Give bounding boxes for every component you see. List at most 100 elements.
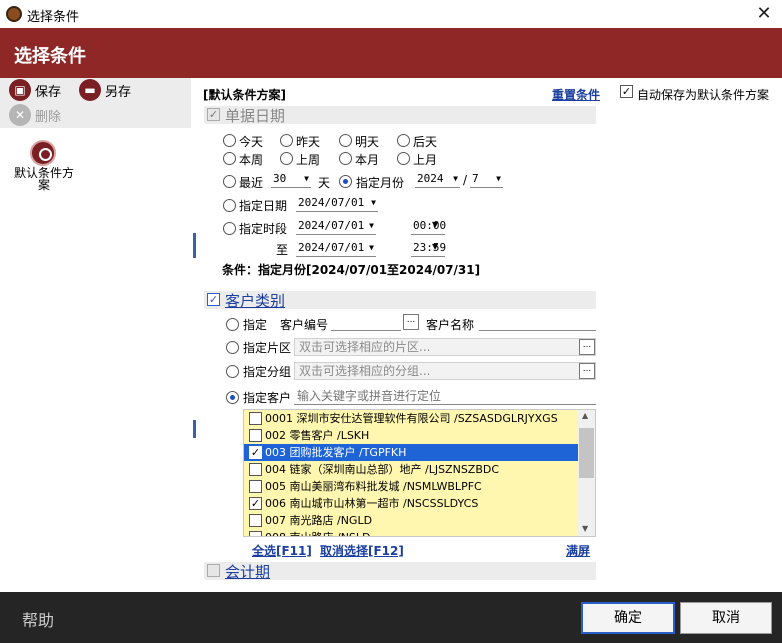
customer-code-input[interactable] [331, 313, 401, 331]
period-from-time-value: 00:00 [413, 219, 447, 232]
group-picker[interactable]: 双击可选择相应的分组... [294, 362, 596, 380]
accounting-section-title[interactable]: 会计期 [225, 561, 270, 582]
list-item[interactable]: 0001 深圳市安仕达管理软件有限公司 /SZSASDGLRJYXGS [244, 410, 578, 427]
area-browse-button[interactable]: ... [579, 339, 595, 355]
splitter-handle-top[interactable] [193, 233, 196, 258]
chevron-down-icon: ▼ [369, 221, 374, 230]
radio-assign[interactable] [226, 318, 239, 331]
label-group: 指定分组 [243, 365, 292, 379]
date-section-checkbox[interactable]: ✓ [207, 108, 220, 121]
item-checkbox[interactable] [249, 412, 262, 425]
customer-section-title[interactable]: 客户类别 [225, 290, 285, 311]
scroll-up-icon[interactable]: ▲ [582, 411, 588, 420]
delete-button[interactable]: ✕ 删除 [9, 104, 61, 126]
item-text: 003 团购批发客户 /TGPFKH [265, 446, 407, 459]
recent-days-select[interactable]: 30 ▼ [271, 171, 311, 188]
period-to-date[interactable]: 2024/07/01 ▼ [296, 240, 376, 257]
date-section-title: 单据日期 [225, 107, 286, 125]
radio-recent[interactable] [223, 175, 236, 188]
recent-days-value: 30 [273, 172, 287, 185]
period-to-date-value: 2024/07/01 [298, 241, 365, 254]
list-item[interactable]: 002 零售客户 /LSKH [244, 427, 578, 444]
save-as-label: 另存 [105, 84, 132, 100]
radio-period[interactable] [223, 222, 236, 235]
radio-month[interactable] [339, 175, 352, 188]
radio-date[interactable] [223, 199, 236, 212]
item-checkbox[interactable]: ✓ [249, 446, 262, 459]
item-checkbox[interactable] [249, 514, 262, 527]
chevron-down-icon: ▼ [496, 174, 501, 183]
label-recent: 最近 [239, 176, 264, 190]
save-button[interactable]: ▣ 保存 [9, 79, 61, 101]
radio-area[interactable] [226, 341, 239, 354]
chevron-down-icon: ▼ [304, 174, 309, 183]
radio-tomorrow[interactable] [339, 134, 352, 147]
reset-link[interactable]: 重置条件 [552, 86, 600, 103]
label-tomorrow: 明天 [355, 135, 380, 149]
radio-last-week[interactable] [280, 152, 293, 165]
list-item[interactable]: ✓ 006 南山城市山林第一超市 /NSCSSLDYCS [244, 495, 578, 512]
cancel-button[interactable]: 取消 [680, 602, 772, 634]
customer-search-input[interactable] [294, 387, 596, 405]
item-text: 004 链家（深圳南山总部）地产 /LJSZNSZBDC [265, 463, 500, 476]
list-item[interactable]: 004 链家（深圳南山总部）地产 /LJSZNSZBDC [244, 461, 578, 478]
item-checkbox[interactable]: ✓ [249, 497, 262, 510]
list-item[interactable]: 008 南山路店 /NSLD [244, 529, 578, 536]
item-text: 006 南山城市山林第一超市 /NSCSSLDYCS [265, 497, 479, 510]
item-text: 005 南山美丽湾布料批发城 /NSMLWBLPFC [265, 480, 482, 493]
radio-last-month[interactable] [397, 152, 410, 165]
autosave-checkbox[interactable]: ✓ [620, 85, 633, 98]
radio-yesterday[interactable] [280, 134, 293, 147]
customer-code-browse-button[interactable]: ... [403, 314, 419, 330]
scheme-icon[interactable] [30, 140, 56, 166]
label-customer-code: 客户编号 [280, 318, 329, 332]
dialog-header [0, 28, 782, 78]
item-checkbox[interactable] [249, 463, 262, 476]
ok-button[interactable]: 确定 [581, 602, 675, 634]
splitter-handle-bottom[interactable] [193, 420, 196, 438]
label-area: 指定片区 [243, 341, 292, 355]
label-this-week: 本周 [239, 153, 264, 167]
cancel-select-link[interactable]: 取消选择[F12] [320, 542, 404, 559]
customer-section-checkbox[interactable]: ✓ [207, 293, 220, 306]
default-scheme-item[interactable]: 默认条件方 案 [8, 167, 80, 191]
period-from-date[interactable]: 2024/07/01 ▼ [296, 218, 376, 235]
item-checkbox[interactable] [249, 531, 262, 536]
item-checkbox[interactable] [249, 429, 262, 442]
area-picker[interactable]: 双击可选择相应的片区... [294, 338, 596, 356]
scrollbar-thumb[interactable] [579, 428, 594, 478]
help-link[interactable]: 帮助 [22, 607, 54, 631]
default-scheme-label-2: 案 [37, 178, 50, 192]
list-item[interactable]: 007 南光路店 /NGLD [244, 512, 578, 529]
list-item[interactable]: 005 南山美丽湾布料批发城 /NSMLWBLPFC [244, 478, 578, 495]
chevron-down-icon: ▼ [371, 198, 376, 207]
month-year-select[interactable]: 2024 ▼ [415, 171, 460, 188]
date-picker[interactable]: 2024/07/01 ▼ [296, 195, 378, 212]
item-checkbox[interactable] [249, 480, 262, 493]
label-day-after: 后天 [413, 135, 438, 149]
radio-today[interactable] [223, 134, 236, 147]
radio-group[interactable] [226, 365, 239, 378]
label-period: 指定时段 [239, 222, 288, 236]
period-to-time-value: 23:59 [413, 241, 447, 254]
close-icon[interactable]: ✕ [752, 2, 776, 26]
customer-name-input[interactable] [479, 313, 596, 331]
radio-customer[interactable] [226, 391, 239, 404]
save-as-button[interactable]: ▬ 另存 [79, 79, 131, 101]
group-browse-button[interactable]: ... [579, 363, 595, 379]
label-assign: 指定 [243, 318, 268, 332]
select-all-link[interactable]: 全选[F11] [252, 542, 312, 559]
period-from-time[interactable]: 00:00 [411, 218, 447, 235]
fullscreen-link[interactable]: 满屏 [566, 542, 590, 559]
period-to-time[interactable]: 23:59 [411, 240, 447, 257]
radio-this-week[interactable] [223, 152, 236, 165]
customer-list[interactable]: 0001 深圳市安仕达管理软件有限公司 /SZSASDGLRJYXGS 002 … [243, 409, 596, 537]
radio-this-month[interactable] [339, 152, 352, 165]
radio-day-after[interactable] [397, 134, 410, 147]
list-item[interactable]: ✓ 003 团购批发客户 /TGPFKH [244, 444, 578, 461]
label-month: 指定月份 [356, 176, 405, 190]
month-num-select[interactable]: 7 ▼ [470, 171, 503, 188]
accounting-section-checkbox[interactable] [207, 564, 220, 577]
scroll-down-icon[interactable]: ▼ [582, 524, 588, 533]
chevron-down-icon: ▼ [453, 174, 458, 183]
